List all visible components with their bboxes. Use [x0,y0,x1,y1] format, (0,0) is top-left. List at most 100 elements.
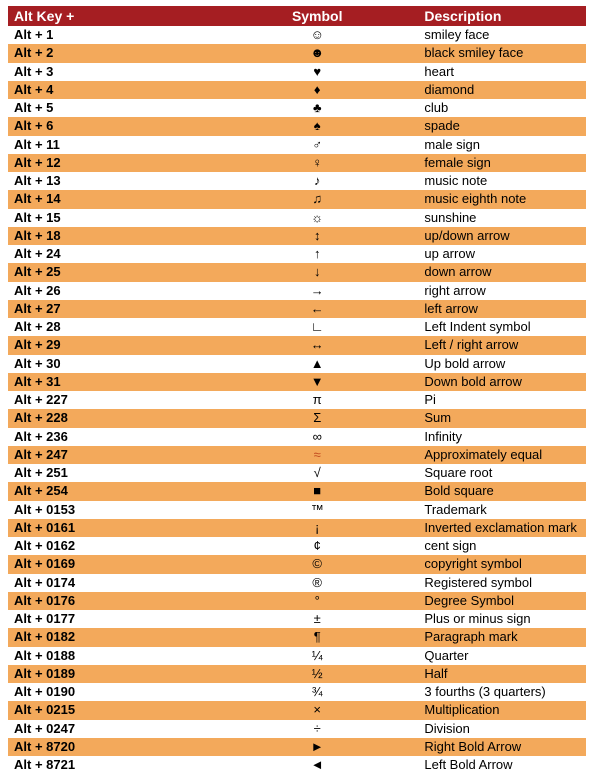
cell-key: Alt + 1 [8,26,216,44]
cell-key: Alt + 0176 [8,592,216,610]
cell-key: Alt + 251 [8,464,216,482]
cell-symbol: ¼ [216,647,418,665]
table-row: Alt + 4♦diamond [8,81,586,99]
cell-symbol: ♂ [216,136,418,154]
table-row: Alt + 247≈Approximately equal [8,446,586,464]
cell-desc: copyright symbol [418,555,586,573]
cell-desc: Approximately equal [418,446,586,464]
cell-symbol: ↓ [216,263,418,281]
cell-key: Alt + 18 [8,227,216,245]
table-row: Alt + 31▼Down bold arrow [8,373,586,391]
table-row: Alt + 0177±Plus or minus sign [8,610,586,628]
table-row: Alt + 236∞Infinity [8,428,586,446]
cell-key: Alt + 15 [8,209,216,227]
cell-desc: diamond [418,81,586,99]
cell-desc: male sign [418,136,586,154]
cell-desc: Multiplication [418,701,586,719]
cell-key: Alt + 29 [8,336,216,354]
header-symbol: Symbol [216,6,418,26]
cell-symbol: © [216,555,418,573]
alt-codes-table: Alt Key + Symbol Description Alt + 1☺smi… [8,6,586,774]
table-row: Alt + 228ΣSum [8,409,586,427]
cell-key: Alt + 25 [8,263,216,281]
table-row: Alt + 6♠spade [8,117,586,135]
cell-desc: Up bold arrow [418,355,586,373]
cell-desc: Degree Symbol [418,592,586,610]
table-row: Alt + 5♣club [8,99,586,117]
cell-symbol: ¡ [216,519,418,537]
cell-key: Alt + 30 [8,355,216,373]
table-row: Alt + 0169©copyright symbol [8,555,586,573]
cell-desc: up arrow [418,245,586,263]
cell-symbol: ¾ [216,683,418,701]
cell-key: Alt + 0188 [8,647,216,665]
cell-key: Alt + 227 [8,391,216,409]
table-row: Alt + 0161¡Inverted exclamation mark [8,519,586,537]
cell-key: Alt + 0177 [8,610,216,628]
cell-key: Alt + 228 [8,409,216,427]
table-row: Alt + 12♀female sign [8,154,586,172]
cell-symbol: ® [216,574,418,592]
cell-key: Alt + 247 [8,446,216,464]
cell-key: Alt + 31 [8,373,216,391]
cell-desc: cent sign [418,537,586,555]
table-row: Alt + 2☻black smiley face [8,44,586,62]
cell-symbol: ∞ [216,428,418,446]
cell-desc: Paragraph mark [418,628,586,646]
cell-symbol: ☺ [216,26,418,44]
cell-key: Alt + 0161 [8,519,216,537]
table-row: Alt + 0174®Registered symbol [8,574,586,592]
cell-desc: music eighth note [418,190,586,208]
cell-desc: sunshine [418,209,586,227]
cell-desc: Left Bold Arrow [418,756,586,774]
cell-symbol: ♥ [216,63,418,81]
cell-desc: spade [418,117,586,135]
cell-key: Alt + 13 [8,172,216,190]
cell-symbol: ¢ [216,537,418,555]
table-row: Alt + 18↕up/down arrow [8,227,586,245]
table-row: Alt + 227πPi [8,391,586,409]
cell-key: Alt + 11 [8,136,216,154]
table-row: Alt + 0215×Multiplication [8,701,586,719]
table-row: Alt + 0182¶Paragraph mark [8,628,586,646]
cell-key: Alt + 4 [8,81,216,99]
cell-key: Alt + 0215 [8,701,216,719]
table-row: Alt + 0190¾3 fourths (3 quarters) [8,683,586,701]
cell-desc: down arrow [418,263,586,281]
cell-symbol: ▼ [216,373,418,391]
table-row: Alt + 25↓down arrow [8,263,586,281]
cell-key: Alt + 0247 [8,720,216,738]
cell-symbol: ½ [216,665,418,683]
table-row: Alt + 11♂male sign [8,136,586,154]
cell-symbol: ≈ [216,446,418,464]
cell-desc: Square root [418,464,586,482]
table-row: Alt + 0153™Trademark [8,501,586,519]
table-row: Alt + 28∟Left Indent symbol [8,318,586,336]
cell-symbol: ° [216,592,418,610]
table-row: Alt + 15☼sunshine [8,209,586,227]
cell-key: Alt + 0189 [8,665,216,683]
cell-key: Alt + 8721 [8,756,216,774]
table-row: Alt + 24↑up arrow [8,245,586,263]
cell-desc: Trademark [418,501,586,519]
cell-symbol: ™ [216,501,418,519]
cell-key: Alt + 8720 [8,738,216,756]
cell-key: Alt + 0190 [8,683,216,701]
header-key: Alt Key + [8,6,216,26]
cell-symbol: ÷ [216,720,418,738]
cell-symbol: ▲ [216,355,418,373]
cell-symbol: ♀ [216,154,418,172]
cell-key: Alt + 24 [8,245,216,263]
cell-symbol: ► [216,738,418,756]
cell-desc: right arrow [418,282,586,300]
table-row: Alt + 30▲Up bold arrow [8,355,586,373]
cell-desc: smiley face [418,26,586,44]
cell-desc: music note [418,172,586,190]
table-row: Alt + 8720►Right Bold Arrow [8,738,586,756]
cell-symbol: × [216,701,418,719]
cell-key: Alt + 27 [8,300,216,318]
cell-desc: club [418,99,586,117]
table-row: Alt + 8721◄Left Bold Arrow [8,756,586,774]
table-row: Alt + 0189½Half [8,665,586,683]
table-row: Alt + 0188¼Quarter [8,647,586,665]
